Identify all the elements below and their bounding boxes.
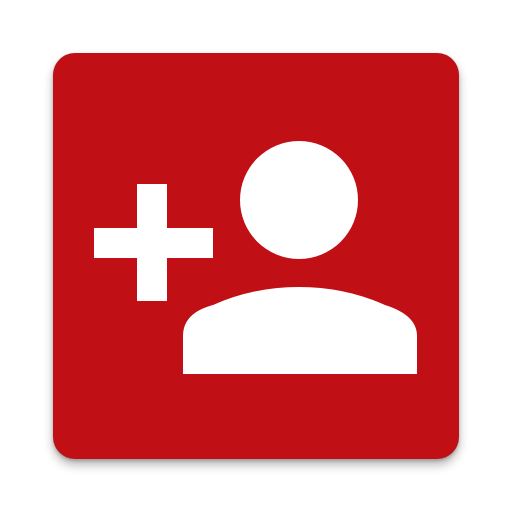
add-person-icon	[94, 141, 417, 374]
icon-canvas	[0, 0, 512, 512]
person-icon	[183, 141, 417, 374]
add-contact-app-icon[interactable]	[53, 53, 459, 459]
plus-icon	[94, 184, 213, 301]
